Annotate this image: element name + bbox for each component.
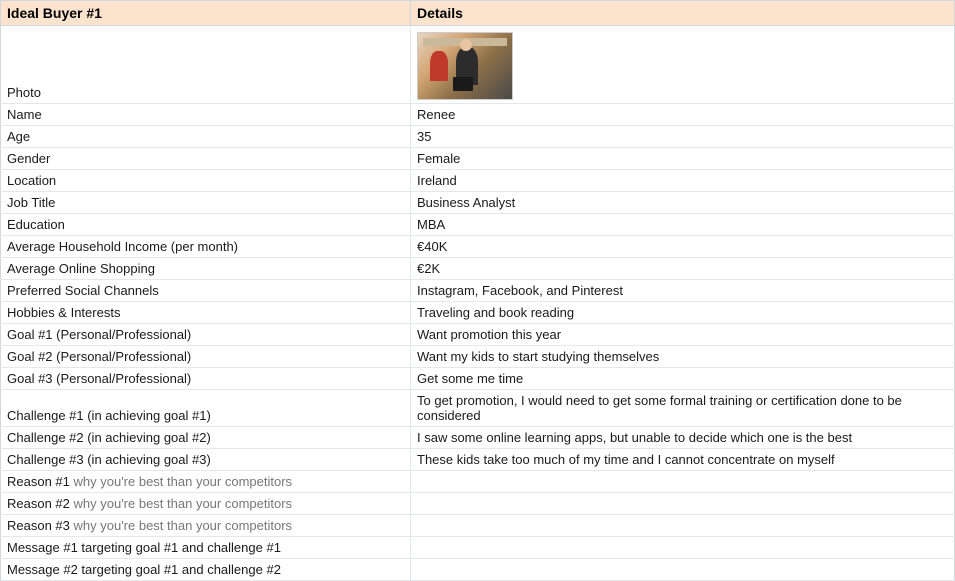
table-row: Challenge #1 (in achieving goal #1)To ge…	[1, 390, 955, 427]
row-label-main: Reason #3	[7, 518, 70, 533]
row-value: €40K	[411, 236, 955, 258]
row-label: Reason #1 why you're best than your comp…	[1, 471, 411, 493]
row-label: Age	[1, 126, 411, 148]
row-value: Traveling and book reading	[411, 302, 955, 324]
table-row: Hobbies & InterestsTraveling and book re…	[1, 302, 955, 324]
table-row: Goal #2 (Personal/Professional)Want my k…	[1, 346, 955, 368]
row-value: These kids take too much of my time and …	[411, 449, 955, 471]
row-label: Average Household Income (per month)	[1, 236, 411, 258]
table-row: LocationIreland	[1, 170, 955, 192]
table-row: EducationMBA	[1, 214, 955, 236]
table-row: Reason #2 why you're best than your comp…	[1, 493, 955, 515]
table-body: PhotoNameReneeAge35GenderFemaleLocationI…	[1, 26, 955, 581]
row-label: Message #1 targeting goal #1 and challen…	[1, 537, 411, 559]
row-value: €2K	[411, 258, 955, 280]
table-row: Message #1 targeting goal #1 and challen…	[1, 537, 955, 559]
row-label: Gender	[1, 148, 411, 170]
row-label-main: Reason #2	[7, 496, 70, 511]
row-value	[411, 537, 955, 559]
row-value: To get promotion, I would need to get so…	[411, 390, 955, 427]
row-value: Ireland	[411, 170, 955, 192]
table-row: Average Online Shopping€2K	[1, 258, 955, 280]
row-label: Challenge #2 (in achieving goal #2)	[1, 427, 411, 449]
table-row: Photo	[1, 26, 955, 104]
persona-photo	[417, 32, 513, 100]
row-label: Goal #3 (Personal/Professional)	[1, 368, 411, 390]
table-row: Job TitleBusiness Analyst	[1, 192, 955, 214]
row-value: Want my kids to start studying themselve…	[411, 346, 955, 368]
row-label: Goal #1 (Personal/Professional)	[1, 324, 411, 346]
row-label: Challenge #3 (in achieving goal #3)	[1, 449, 411, 471]
row-label: Goal #2 (Personal/Professional)	[1, 346, 411, 368]
row-value: MBA	[411, 214, 955, 236]
row-label-sub: why you're best than your competitors	[70, 474, 292, 489]
header-col1: Ideal Buyer #1	[1, 1, 411, 26]
table-row: GenderFemale	[1, 148, 955, 170]
row-label: Preferred Social Channels	[1, 280, 411, 302]
row-label-sub: why you're best than your competitors	[70, 518, 292, 533]
row-label: Location	[1, 170, 411, 192]
row-value: Business Analyst	[411, 192, 955, 214]
row-value	[411, 493, 955, 515]
row-label: Photo	[1, 26, 411, 104]
table-row: Goal #1 (Personal/Professional)Want prom…	[1, 324, 955, 346]
table-row: Age35	[1, 126, 955, 148]
row-value	[411, 26, 955, 104]
row-value: Want promotion this year	[411, 324, 955, 346]
header-row: Ideal Buyer #1 Details	[1, 1, 955, 26]
row-value: Get some me time	[411, 368, 955, 390]
row-label: Reason #2 why you're best than your comp…	[1, 493, 411, 515]
table-row: Challenge #2 (in achieving goal #2)I saw…	[1, 427, 955, 449]
row-value	[411, 471, 955, 493]
row-label: Message #2 targeting goal #1 and challen…	[1, 559, 411, 581]
row-value	[411, 559, 955, 581]
table-row: Reason #3 why you're best than your comp…	[1, 515, 955, 537]
row-label: Job Title	[1, 192, 411, 214]
row-label-sub: why you're best than your competitors	[70, 496, 292, 511]
buyer-persona-table: Ideal Buyer #1 Details PhotoNameReneeAge…	[0, 0, 955, 581]
row-value: 35	[411, 126, 955, 148]
table-row: Goal #3 (Personal/Professional)Get some …	[1, 368, 955, 390]
row-value	[411, 515, 955, 537]
row-label-main: Reason #1	[7, 474, 70, 489]
table-row: Message #2 targeting goal #1 and challen…	[1, 559, 955, 581]
row-label: Hobbies & Interests	[1, 302, 411, 324]
row-label: Name	[1, 104, 411, 126]
table-row: Challenge #3 (in achieving goal #3)These…	[1, 449, 955, 471]
row-value: Renee	[411, 104, 955, 126]
row-label: Education	[1, 214, 411, 236]
table-row: Reason #1 why you're best than your comp…	[1, 471, 955, 493]
table-row: Average Household Income (per month)€40K	[1, 236, 955, 258]
table-row: NameRenee	[1, 104, 955, 126]
row-value: Instagram, Facebook, and Pinterest	[411, 280, 955, 302]
row-value: Female	[411, 148, 955, 170]
row-value: I saw some online learning apps, but una…	[411, 427, 955, 449]
row-label: Challenge #1 (in achieving goal #1)	[1, 390, 411, 427]
table-row: Preferred Social ChannelsInstagram, Face…	[1, 280, 955, 302]
row-label: Reason #3 why you're best than your comp…	[1, 515, 411, 537]
row-label: Average Online Shopping	[1, 258, 411, 280]
header-col2: Details	[411, 1, 955, 26]
